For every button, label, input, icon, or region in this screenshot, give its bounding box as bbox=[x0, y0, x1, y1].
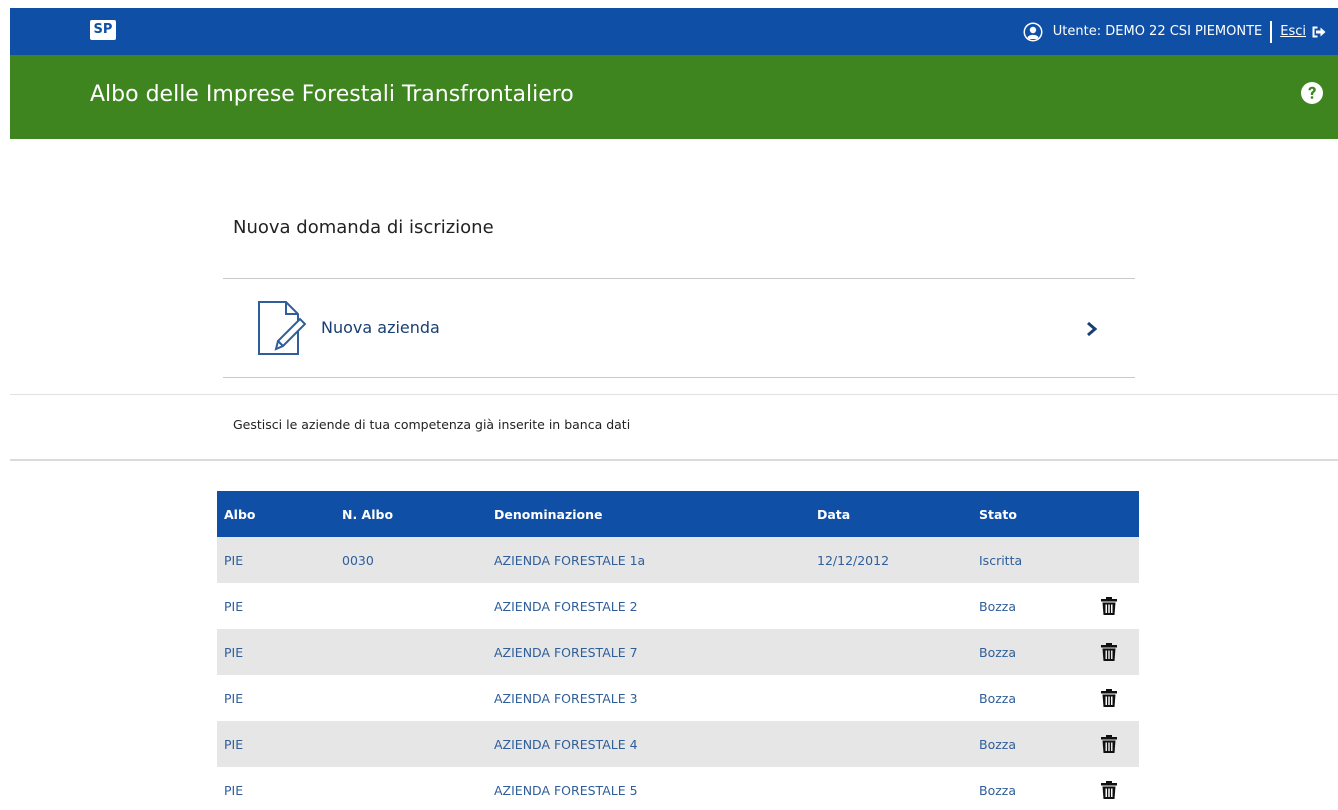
column-header-data[interactable]: Data bbox=[817, 507, 850, 522]
new-company-button[interactable]: Nuova azienda bbox=[223, 279, 1135, 377]
column-header-denominazione[interactable]: Denominazione bbox=[494, 507, 603, 522]
table-row[interactable]: PIE AZIENDA FORESTALE 7 Bozza bbox=[217, 629, 1139, 675]
cell-denominazione[interactable]: AZIENDA FORESTALE 4 bbox=[494, 737, 638, 752]
trash-icon[interactable] bbox=[1101, 735, 1117, 753]
user-area: Utente: DEMO 22 CSI PIEMONTE Esci bbox=[1023, 8, 1326, 55]
cell-denominazione[interactable]: AZIENDA FORESTALE 2 bbox=[494, 599, 638, 614]
cell-n-albo[interactable]: 0030 bbox=[342, 553, 374, 568]
trash-icon[interactable] bbox=[1101, 689, 1117, 707]
cell-stato[interactable]: Bozza bbox=[979, 691, 1016, 706]
cell-albo[interactable]: PIE bbox=[224, 645, 243, 660]
cell-data[interactable]: 12/12/2012 bbox=[817, 553, 889, 568]
table-row[interactable]: PIE 0030 AZIENDA FORESTALE 1a 12/12/2012… bbox=[217, 537, 1139, 583]
cell-denominazione[interactable]: AZIENDA FORESTALE 5 bbox=[494, 783, 638, 798]
top-bar: SP Utente: DEMO 22 CSI PIEMONTE Esci bbox=[10, 8, 1338, 55]
logout-link[interactable]: Esci bbox=[1280, 24, 1306, 39]
divider bbox=[10, 459, 1338, 461]
sp-logo: SP bbox=[90, 20, 116, 40]
user-label: Utente: DEMO 22 CSI PIEMONTE bbox=[1052, 24, 1263, 39]
separator bbox=[1270, 20, 1273, 43]
table-row[interactable]: PIE AZIENDA FORESTALE 2 Bozza bbox=[217, 583, 1139, 629]
cell-albo[interactable]: PIE bbox=[224, 737, 243, 752]
cell-denominazione[interactable]: AZIENDA FORESTALE 1a bbox=[494, 553, 645, 568]
cell-albo[interactable]: PIE bbox=[224, 599, 243, 614]
document-edit-icon bbox=[258, 301, 306, 355]
help-icon[interactable] bbox=[1300, 81, 1324, 105]
divider bbox=[10, 394, 1338, 395]
trash-icon[interactable] bbox=[1101, 643, 1117, 661]
table-row[interactable]: PIE AZIENDA FORESTALE 4 Bozza bbox=[217, 721, 1139, 767]
companies-table: Albo N. Albo Denominazione Data Stato PI… bbox=[217, 491, 1139, 810]
cell-albo[interactable]: PIE bbox=[224, 783, 243, 798]
chevron-right-icon bbox=[1087, 322, 1098, 336]
cell-stato[interactable]: Bozza bbox=[979, 645, 1016, 660]
table-row[interactable]: PIE AZIENDA FORESTALE 3 Bozza bbox=[217, 675, 1139, 721]
cell-albo[interactable]: PIE bbox=[224, 691, 243, 706]
cell-denominazione[interactable]: AZIENDA FORESTALE 3 bbox=[494, 691, 638, 706]
cell-stato[interactable]: Bozza bbox=[979, 737, 1016, 752]
divider bbox=[223, 377, 1135, 378]
app-title: Albo delle Imprese Forestali Transfronta… bbox=[90, 82, 574, 107]
logout-icon[interactable] bbox=[1312, 25, 1326, 39]
trash-icon[interactable] bbox=[1101, 597, 1117, 615]
cell-albo[interactable]: PIE bbox=[224, 553, 243, 568]
new-company-label: Nuova azienda bbox=[321, 318, 440, 337]
column-header-albo[interactable]: Albo bbox=[224, 507, 256, 522]
column-header-n-albo[interactable]: N. Albo bbox=[342, 507, 393, 522]
trash-icon[interactable] bbox=[1101, 781, 1117, 799]
section-title: Nuova domanda di iscrizione bbox=[233, 217, 494, 238]
cell-denominazione[interactable]: AZIENDA FORESTALE 7 bbox=[494, 645, 638, 660]
cell-stato[interactable]: Bozza bbox=[979, 599, 1016, 614]
manage-text: Gestisci le aziende di tua competenza gi… bbox=[233, 417, 631, 432]
app-banner: Albo delle Imprese Forestali Transfronta… bbox=[10, 55, 1338, 139]
cell-stato[interactable]: Bozza bbox=[979, 783, 1016, 798]
table-row[interactable]: PIE AZIENDA FORESTALE 5 Bozza bbox=[217, 767, 1139, 810]
column-header-stato[interactable]: Stato bbox=[979, 507, 1017, 522]
table-header: Albo N. Albo Denominazione Data Stato bbox=[217, 491, 1139, 537]
user-avatar-icon bbox=[1023, 22, 1043, 41]
cell-stato[interactable]: Iscritta bbox=[979, 553, 1022, 568]
